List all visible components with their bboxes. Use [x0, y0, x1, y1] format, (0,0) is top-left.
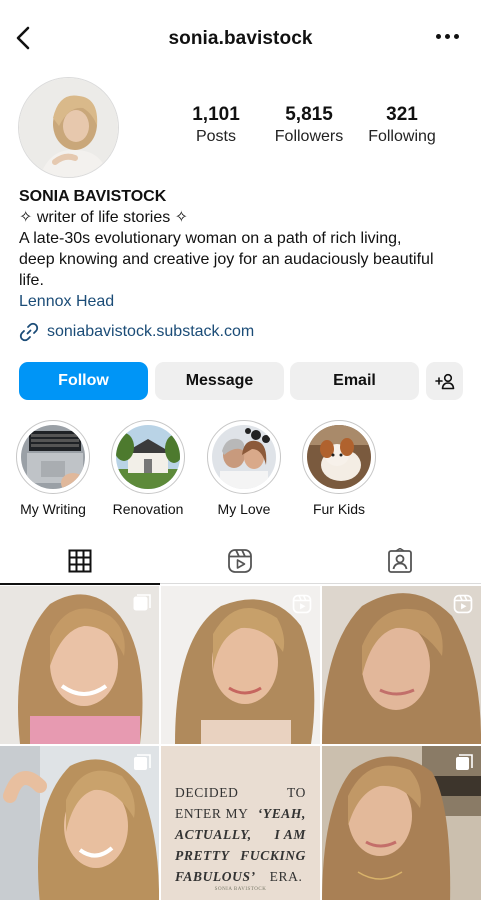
quote-word: FUCKING [240, 848, 306, 863]
highlight-renovation[interactable]: Renovation [108, 420, 188, 517]
quote-word: PRETTY [175, 848, 230, 863]
reels-icon [228, 549, 252, 573]
highlight-label: My Love [217, 501, 271, 517]
website-link[interactable]: soniabavistock.substack.com [19, 322, 254, 342]
house-photo-icon [116, 425, 180, 489]
carousel-icon [133, 594, 151, 611]
display-name: SONIA BAVISTOCK [19, 188, 167, 205]
reel-badge-icon [292, 594, 312, 614]
post-tile[interactable] [0, 746, 159, 900]
tab-tagged[interactable] [320, 538, 480, 584]
add-person-icon [434, 373, 454, 390]
suggested-users-button[interactable] [426, 362, 463, 400]
post-tile-quote[interactable]: DECIDED TO ENTER MY ‘YEAH, ACTUALLY, I AM P… [161, 746, 320, 900]
message-button[interactable]: Message [155, 362, 284, 400]
tagline: ✧ writer of life stories ✧ [19, 209, 189, 226]
post-tile[interactable] [322, 586, 481, 744]
email-button[interactable]: Email [290, 362, 419, 400]
quote-word: TO [287, 785, 306, 800]
bio-line: A late-30s evolutionary woman on a path … [19, 230, 402, 247]
quote-word: ACTUALLY, [175, 827, 252, 842]
location-link[interactable]: Lennox Head [19, 291, 469, 312]
bio-line: deep knowing and creative joy for an aud… [19, 251, 434, 268]
top-bar: sonia.bavistock [0, 0, 481, 78]
tagged-icon [388, 548, 412, 573]
post-tile[interactable] [322, 746, 481, 900]
couple-photo-icon [212, 425, 276, 489]
profile-stats: 1,101 Posts 5,815 Followers 321 Followin… [0, 104, 481, 154]
link-icon [19, 322, 39, 342]
tab-reels[interactable] [160, 538, 320, 584]
reel-badge-icon [453, 594, 473, 614]
profile-handle: sonia.bavistock [168, 28, 313, 49]
highlight-fur-kids[interactable]: Fur Kids [299, 420, 379, 517]
tab-posts-grid[interactable] [0, 538, 160, 585]
post-tile[interactable] [161, 586, 320, 744]
posts-grid: DECIDED TO ENTER MY ‘YEAH, ACTUALLY, I AM P… [0, 586, 481, 900]
following-label: Following [368, 128, 436, 145]
quote-word: I AM [274, 827, 306, 842]
following-count: 321 [386, 104, 418, 125]
quote-word: DECIDED [175, 785, 239, 800]
more-options-icon[interactable] [436, 34, 459, 39]
quote-word: ENTER MY [175, 806, 249, 821]
bio-line: life. [19, 272, 44, 289]
highlight-label: My Writing [20, 501, 86, 517]
laptop-photo-icon [21, 425, 85, 489]
following-stat[interactable]: 321 Following [347, 104, 457, 148]
post-tile[interactable] [0, 586, 159, 744]
follow-button[interactable]: Follow [19, 362, 148, 400]
quote-signature: SONIA BAVISTOCK [214, 887, 267, 892]
highlight-label: Fur Kids [312, 501, 366, 517]
grid-icon [68, 549, 92, 572]
profile-tabs [0, 538, 481, 585]
profile-bio: SONIA BAVISTOCK ✧ writer of life stories… [19, 186, 469, 312]
website-url: soniabavistock.substack.com [47, 323, 255, 340]
dog-photo-icon [307, 425, 371, 489]
carousel-icon [456, 754, 473, 770]
quote-word: ‘YEAH, [257, 806, 306, 821]
highlight-my-writing[interactable]: My Writing [13, 420, 93, 517]
carousel-icon [134, 754, 151, 770]
profile-actions: Follow Message Email [19, 362, 463, 400]
quote-text: DECIDED TO ENTER MY ‘YEAH, ACTUALLY, I AM P… [161, 746, 320, 900]
highlight-my-love[interactable]: My Love [204, 420, 284, 517]
highlight-label: Renovation [112, 501, 184, 517]
